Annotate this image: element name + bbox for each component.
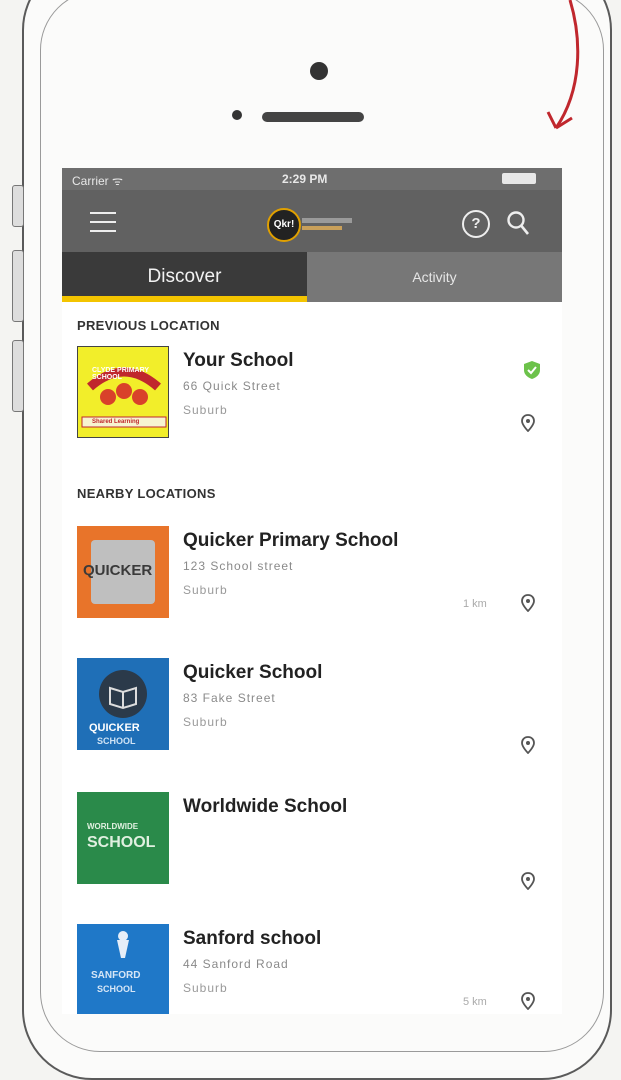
- school-logo-thumbnail: WORLDWIDE SCHOOL: [77, 792, 169, 884]
- location-pin-icon: [521, 414, 535, 432]
- school-logo-text: SANFORD: [91, 970, 141, 981]
- location-name: Quicker Primary School: [183, 530, 399, 551]
- status-bar: Carrier ᯤ 2:29 PM: [62, 168, 562, 190]
- location-city: Suburb: [183, 583, 228, 597]
- carrier-label: Carrier ᯤ: [72, 174, 123, 188]
- battery-icon: [502, 173, 536, 184]
- earpiece-speaker: [262, 112, 364, 122]
- app-logo: Qkr!: [267, 208, 301, 242]
- navigation-bar: Qkr! ?: [62, 190, 562, 252]
- location-name: Worldwide School: [183, 796, 348, 817]
- location-name: Your School: [183, 350, 294, 371]
- location-pin-icon: [521, 872, 535, 890]
- location-address: 66 Quick Street: [183, 379, 281, 393]
- location-name: Quicker School: [183, 662, 323, 683]
- list-item-location[interactable]: QUICKER SCHOOL Quicker School 83 Fake St…: [77, 658, 557, 758]
- front-camera: [310, 62, 328, 80]
- verified-shield-icon: [524, 361, 540, 379]
- school-logo-thumbnail: QUICKER SCHOOL: [77, 658, 169, 750]
- tab-discover[interactable]: Discover: [62, 252, 307, 302]
- tab-activity[interactable]: Activity: [307, 252, 562, 302]
- location-city: Suburb: [183, 981, 228, 995]
- school-logo-subtext: SCHOOL: [97, 736, 136, 746]
- location-city: Suburb: [183, 403, 228, 417]
- app-screen: Carrier ᯤ 2:29 PM Qkr! ? Discover Activi…: [62, 168, 562, 1014]
- location-city: Suburb: [183, 715, 228, 729]
- location-distance: 1 km: [463, 598, 487, 610]
- list-item-location[interactable]: WORLDWIDE SCHOOL Worldwide School: [77, 792, 557, 892]
- location-distance: 5 km: [463, 996, 487, 1008]
- search-icon[interactable]: [506, 210, 530, 236]
- location-address: 123 School street: [183, 559, 294, 573]
- school-logo-thumbnail: SANFORD SCHOOL: [77, 924, 169, 1014]
- school-logo-text: QUICKER: [89, 722, 140, 734]
- torch-icon: [117, 931, 129, 958]
- sensor-dot: [232, 110, 242, 120]
- school-logo-subtext: SCHOOL: [87, 834, 156, 851]
- section-header-nearby: NEARBY LOCATIONS: [77, 486, 216, 501]
- school-logo-motto: Shared Learning: [92, 419, 140, 425]
- section-header-previous: PREVIOUS LOCATION: [77, 318, 220, 333]
- school-logo-subtext: SCHOOL: [97, 984, 136, 994]
- location-pin-icon: [521, 736, 535, 754]
- mute-switch: [12, 185, 24, 227]
- location-pin-icon: [521, 594, 535, 612]
- logo-wordmark: [302, 218, 352, 223]
- clock-label: 2:29 PM: [282, 172, 328, 186]
- volume-down-button: [12, 340, 24, 412]
- location-address: 83 Fake Street: [183, 691, 276, 705]
- school-logo-thumbnail: QUICKER: [77, 526, 169, 618]
- active-tab-indicator: [62, 296, 307, 302]
- list-item-location[interactable]: QUICKER Quicker Primary School 123 Schoo…: [77, 526, 557, 626]
- list-item-location[interactable]: SANFORD SCHOOL Sanford school 44 Sanford…: [77, 924, 557, 1014]
- logo-wordmark-accent: [302, 226, 342, 230]
- location-address: 44 Sanford Road: [183, 957, 289, 971]
- help-icon[interactable]: ?: [462, 210, 490, 238]
- red-arrow-annotation-icon: [546, 0, 580, 130]
- school-logo-text: QUICKER: [83, 562, 153, 579]
- tab-bar: Discover Activity: [62, 252, 562, 302]
- location-name: Sanford school: [183, 928, 322, 949]
- menu-icon[interactable]: [90, 212, 116, 232]
- volume-up-button: [12, 250, 24, 322]
- list-item-previous-location[interactable]: CLYDE PRIMARY SCHOOL Shared Learning You…: [77, 346, 557, 446]
- location-pin-icon: [521, 992, 535, 1010]
- school-logo-text: WORLDWIDE: [87, 822, 139, 831]
- school-logo-text: CLYDE PRIMARY SCHOOL: [92, 367, 149, 381]
- school-logo-thumbnail: CLYDE PRIMARY SCHOOL Shared Learning: [77, 346, 169, 438]
